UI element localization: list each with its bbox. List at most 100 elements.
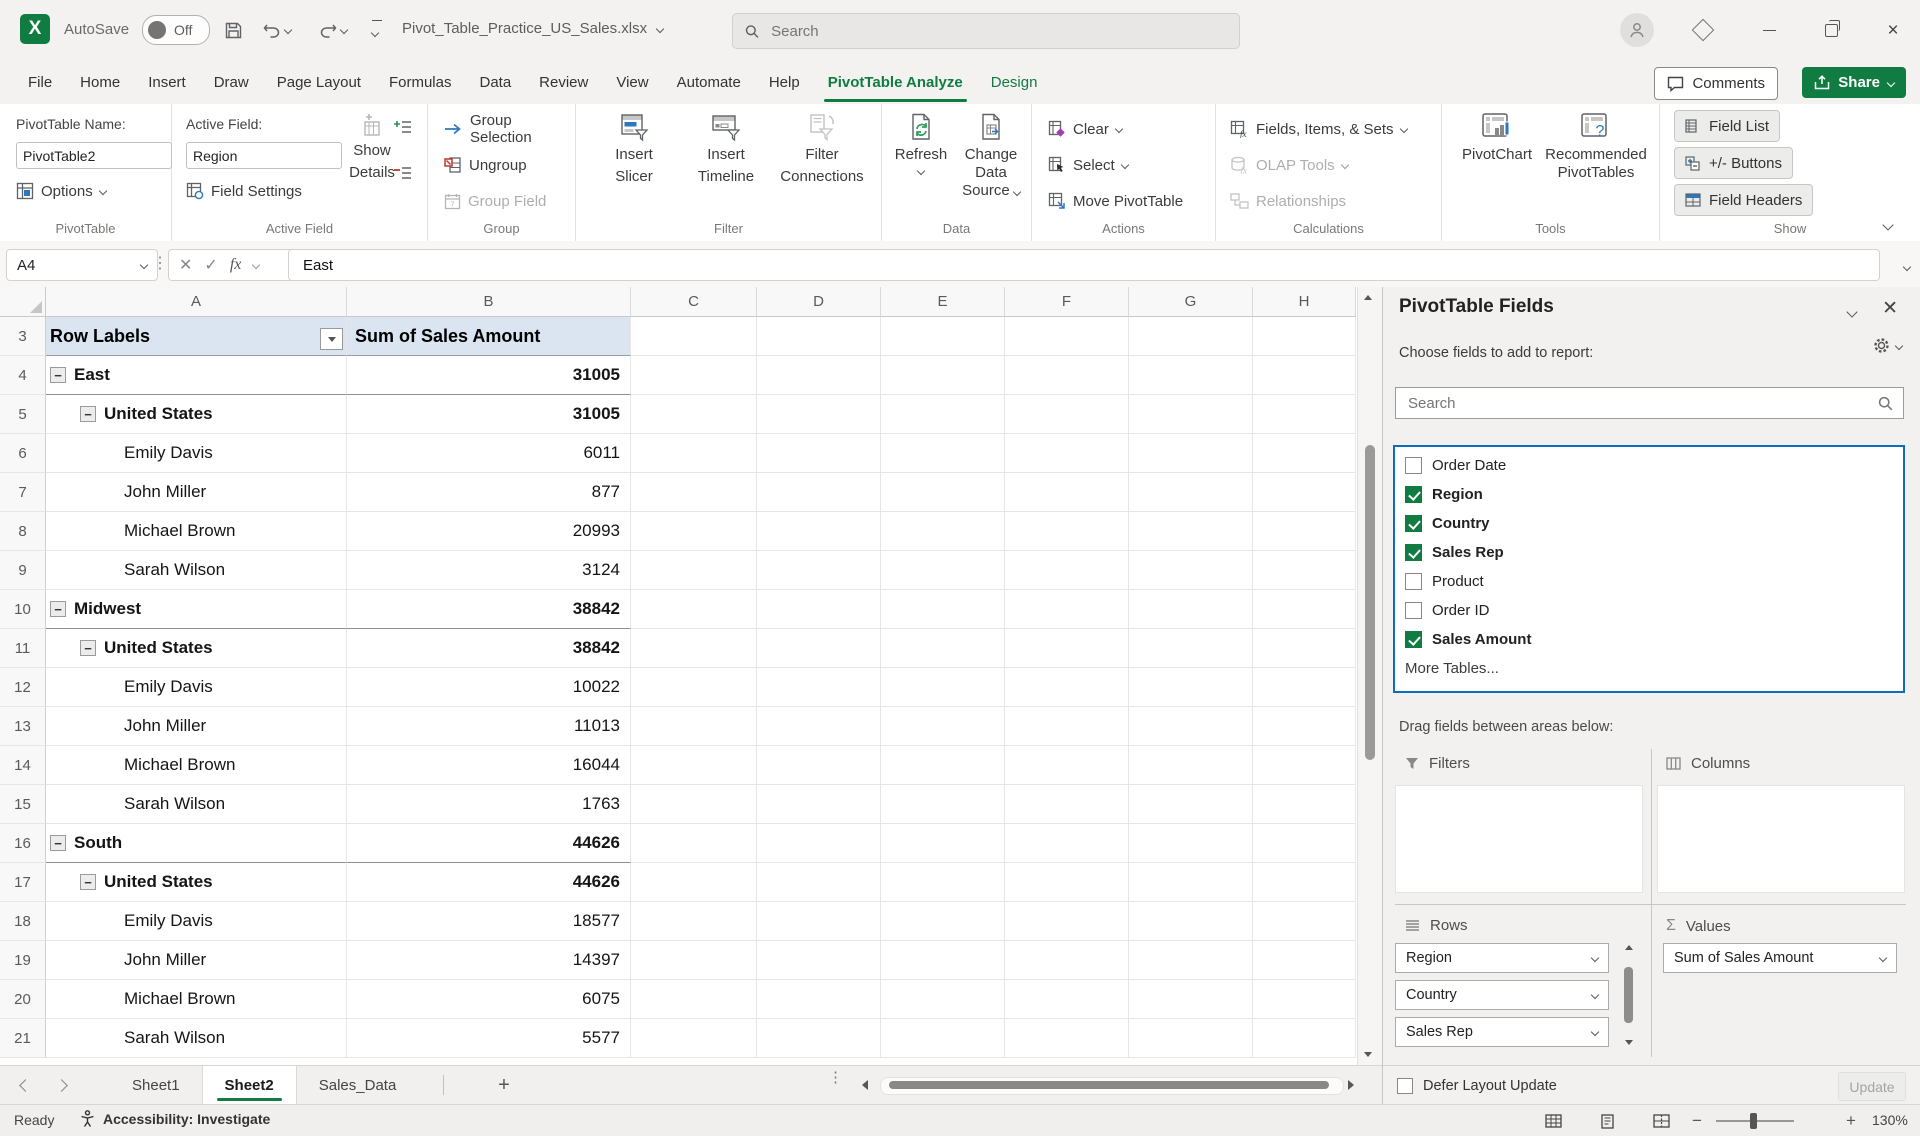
next-sheet-button[interactable]	[52, 1076, 70, 1094]
empty-cell[interactable]	[1005, 707, 1129, 746]
empty-cell[interactable]	[757, 356, 881, 395]
empty-cell[interactable]	[757, 824, 881, 863]
empty-cell[interactable]	[631, 395, 757, 434]
field-item-country[interactable]: Country	[1395, 509, 1903, 538]
rows-area-scrollbar[interactable]	[1621, 943, 1637, 1047]
row-number[interactable]: 16	[0, 824, 46, 863]
defer-layout-checkbox[interactable]	[1397, 1078, 1413, 1094]
empty-cell[interactable]	[757, 629, 881, 668]
collapse-button[interactable]: −	[80, 874, 96, 890]
empty-cell[interactable]	[1253, 395, 1356, 434]
empty-cell[interactable]	[1253, 512, 1356, 551]
empty-cell[interactable]	[757, 863, 881, 902]
row-number[interactable]: 15	[0, 785, 46, 824]
pivot-label-cell[interactable]: Michael Brown	[46, 512, 347, 551]
sheet-options-handle[interactable]: ⋮	[828, 1074, 836, 1081]
account-avatar[interactable]	[1620, 13, 1654, 47]
menu-tab-insert[interactable]: Insert	[134, 61, 200, 104]
previous-sheet-button[interactable]	[16, 1076, 34, 1094]
row-number[interactable]: 17	[0, 863, 46, 902]
ungroup-button[interactable]: Ungroup	[444, 150, 527, 180]
empty-cell[interactable]	[1253, 668, 1356, 707]
empty-cell[interactable]	[1005, 590, 1129, 629]
empty-cell[interactable]	[1129, 746, 1253, 785]
change-data-source-button[interactable]: Change Data Source	[954, 112, 1028, 200]
zoom-slider[interactable]	[1716, 1120, 1794, 1122]
empty-cell[interactable]	[1129, 473, 1253, 512]
empty-cell[interactable]	[1005, 473, 1129, 512]
empty-cell[interactable]	[1253, 473, 1356, 512]
empty-cell[interactable]	[1005, 980, 1129, 1019]
empty-cell[interactable]	[1005, 356, 1129, 395]
empty-cell[interactable]	[1129, 1019, 1253, 1058]
row-number[interactable]: 11	[0, 629, 46, 668]
empty-cell[interactable]	[881, 590, 1005, 629]
empty-cell[interactable]	[1253, 356, 1356, 395]
zoom-out-button[interactable]: −	[1692, 1111, 1702, 1131]
empty-cell[interactable]	[631, 902, 757, 941]
menu-tab-view[interactable]: View	[602, 61, 662, 104]
row-number[interactable]: 20	[0, 980, 46, 1019]
filter-connections-button[interactable]: Filter Connections	[772, 112, 872, 186]
empty-cell[interactable]	[1005, 512, 1129, 551]
empty-cell[interactable]	[757, 707, 881, 746]
filters-drop-area[interactable]	[1395, 785, 1643, 893]
empty-cell[interactable]	[631, 1019, 757, 1058]
menu-tab-pivottable-analyze[interactable]: PivotTable Analyze	[814, 61, 977, 104]
empty-cell[interactable]	[1253, 551, 1356, 590]
empty-cell[interactable]	[1253, 863, 1356, 902]
customize-quick-access-button[interactable]	[362, 16, 392, 44]
field-checkbox[interactable]	[1405, 544, 1422, 561]
column-header-f[interactable]: F	[1005, 287, 1129, 317]
empty-cell[interactable]	[1253, 941, 1356, 980]
menu-tab-help[interactable]: Help	[755, 61, 814, 104]
global-search-box[interactable]	[732, 13, 1240, 49]
field-list-toggle[interactable]: Field List	[1674, 110, 1780, 142]
zoom-level[interactable]: 130%	[1872, 1112, 1908, 1128]
options-button[interactable]: Options	[16, 176, 106, 206]
row-number[interactable]: 9	[0, 551, 46, 590]
vertical-scrollbar[interactable]	[1357, 287, 1383, 1065]
empty-cell[interactable]	[1005, 863, 1129, 902]
empty-cell[interactable]	[881, 512, 1005, 551]
group-selection-button[interactable]: Group Selection	[444, 114, 575, 144]
scroll-down-button[interactable]	[1364, 1052, 1372, 1057]
empty-cell[interactable]	[1253, 785, 1356, 824]
empty-cell[interactable]	[1005, 1019, 1129, 1058]
empty-cell[interactable]	[1005, 941, 1129, 980]
field-checkbox[interactable]	[1405, 631, 1422, 648]
empty-cell[interactable]	[1253, 590, 1356, 629]
plus-minus-buttons-toggle[interactable]: +/- Buttons	[1674, 147, 1793, 179]
empty-cell[interactable]	[757, 473, 881, 512]
scroll-down-button[interactable]	[1625, 1040, 1633, 1045]
pivot-label-cell[interactable]: Sarah Wilson	[46, 1019, 347, 1058]
active-field-input[interactable]	[186, 142, 342, 169]
document-title[interactable]: Pivot_Table_Practice_US_Sales.xlsx	[402, 20, 663, 37]
pivot-value-cell[interactable]: 44626	[347, 863, 631, 902]
vertical-scroll-thumb[interactable]	[1365, 445, 1375, 760]
menu-tab-data[interactable]: Data	[465, 61, 525, 104]
columns-drop-area[interactable]	[1657, 785, 1905, 893]
pivot-value-cell[interactable]: 31005	[347, 395, 631, 434]
row-number[interactable]: 7	[0, 473, 46, 512]
field-item-order-date[interactable]: Order Date	[1395, 451, 1903, 480]
column-header-d[interactable]: D	[757, 287, 881, 317]
row-number[interactable]: 5	[0, 395, 46, 434]
column-header-g[interactable]: G	[1129, 287, 1253, 317]
pivot-value-cell[interactable]: 18577	[347, 902, 631, 941]
panel-options-button[interactable]	[1848, 303, 1856, 320]
field-item-sales-amount[interactable]: Sales Amount	[1395, 625, 1903, 654]
page-layout-view-button[interactable]	[1594, 1111, 1620, 1131]
pivot-label-cell[interactable]: Sarah Wilson	[46, 551, 347, 590]
pivot-value-cell[interactable]: 38842	[347, 590, 631, 629]
field-checkbox[interactable]	[1405, 602, 1422, 619]
empty-cell[interactable]	[757, 746, 881, 785]
empty-cell[interactable]	[881, 902, 1005, 941]
column-header-e[interactable]: E	[881, 287, 1005, 317]
menu-tab-draw[interactable]: Draw	[200, 61, 263, 104]
empty-cell[interactable]	[881, 551, 1005, 590]
pivot-value-cell[interactable]: 877	[347, 473, 631, 512]
empty-cell[interactable]	[881, 707, 1005, 746]
column-header-a[interactable]: A	[46, 287, 347, 317]
empty-cell[interactable]	[1129, 512, 1253, 551]
